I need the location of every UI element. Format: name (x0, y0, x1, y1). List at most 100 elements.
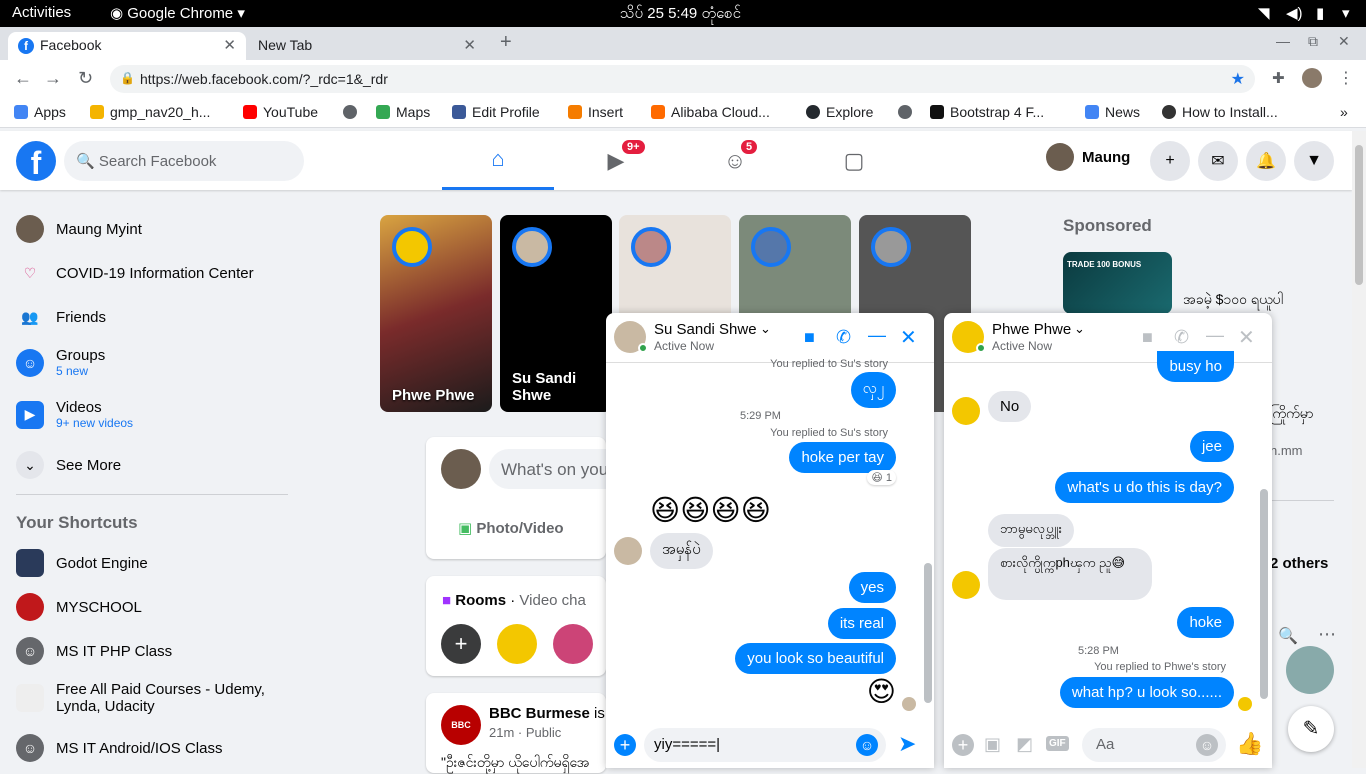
like-icon[interactable]: 👍 (1236, 731, 1263, 757)
messenger-button[interactable]: ✉ (1198, 141, 1238, 181)
message-bubble[interactable]: jee (1189, 431, 1234, 462)
phone-icon[interactable]: ✆ (1174, 327, 1189, 348)
send-icon[interactable]: ➤ (898, 731, 916, 757)
message-bubble[interactable]: yes (848, 572, 896, 603)
more-bookmarks-icon[interactable]: » (1340, 104, 1348, 120)
nav-groups[interactable]: ☺ 5 (679, 131, 791, 190)
ad-image[interactable]: TRADE 100 BONUS (1063, 252, 1172, 314)
bookmark-globe[interactable] (343, 104, 363, 120)
bookmark-alibaba[interactable]: Alibaba Cloud... (651, 104, 770, 120)
message-bubble[interactable]: its real (827, 608, 896, 639)
new-message-button[interactable]: ✎ (1288, 706, 1334, 752)
back-icon[interactable]: ← (14, 68, 32, 89)
composer-input[interactable]: What's on you (489, 449, 606, 489)
bookmark-news[interactable]: News (1085, 104, 1140, 120)
chat-scrollbar[interactable] (924, 563, 932, 703)
room-avatar[interactable] (553, 624, 593, 664)
nav-gaming[interactable]: ▢ (798, 131, 910, 190)
bookmark-maps[interactable]: Maps (376, 104, 430, 120)
message-bubble[interactable]: you look so beautiful (735, 643, 896, 674)
sticker-icon[interactable]: ◩ (1016, 734, 1033, 755)
tab-new-tab[interactable]: New Tab ✕ (248, 32, 486, 60)
message-bubble[interactable]: busy ho (1157, 351, 1234, 382)
reaction-badge[interactable]: 😆 1 (867, 470, 896, 485)
bookmark-gmp[interactable]: gmp_nav20_h... (90, 104, 210, 120)
message-bubble[interactable]: No (988, 391, 1032, 422)
chat-head-avatar[interactable] (1286, 646, 1334, 694)
message-bubble[interactable]: what's u do this is day? (1055, 472, 1234, 503)
photo-icon[interactable]: ▣ (984, 734, 1001, 755)
reload-icon[interactable]: ↻ (78, 68, 93, 89)
close-tab-icon[interactable]: ✕ (223, 36, 236, 54)
message-bubble[interactable]: what hp? u look so...... (1059, 677, 1234, 708)
shortcut-myschool[interactable]: MYSCHOOL (16, 593, 142, 621)
close-chat-icon[interactable]: ✕ (900, 325, 917, 350)
bookmark-star-icon[interactable]: ★ (1231, 69, 1245, 89)
left-nav-groups[interactable]: ☺ Groups 5 new (16, 347, 105, 378)
bookmark-insert[interactable]: Insert (568, 104, 623, 120)
left-nav-covid[interactable]: ♡ COVID-19 Information Center (16, 259, 254, 287)
message-bubble[interactable]: စားလိုက္ပိုက္ကphၾက ညူ😅 (988, 548, 1152, 600)
power-menu-icon[interactable]: ▾ (1342, 4, 1350, 22)
tab-facebook[interactable]: f Facebook ✕ (8, 32, 246, 60)
shortcut-android-class[interactable]: ☺ MS IT Android/IOS Class (16, 734, 222, 762)
bookmark-youtube[interactable]: YouTube (243, 104, 318, 120)
scrollbar-thumb[interactable] (1355, 145, 1363, 285)
chat-scrollbar[interactable] (1260, 489, 1268, 699)
wifi-icon[interactable]: ◥ (1258, 4, 1270, 22)
account-button[interactable]: ▼ (1294, 141, 1334, 181)
volume-icon[interactable]: ◀) (1286, 4, 1303, 22)
emoji-message[interactable]: 😍 (867, 675, 896, 708)
app-menu[interactable]: ◉ Google Chrome ▾ (110, 4, 245, 22)
room-avatar[interactable] (497, 624, 537, 664)
bookmark-globe2[interactable] (898, 104, 918, 120)
message-input[interactable]: yiy=====| (644, 728, 886, 762)
nav-watch[interactable]: ▶ 9+ (560, 131, 672, 190)
emoji-icon[interactable]: ☺ (856, 734, 878, 756)
maximize-window-icon[interactable]: ⧉ (1308, 33, 1318, 50)
message-bubble[interactable]: hoke per tay (789, 442, 896, 473)
post-author[interactable]: BBC Burmese is (489, 705, 605, 722)
photo-video-button[interactable]: ▣ Photo/Video (458, 519, 564, 537)
plus-icon[interactable]: + (614, 734, 636, 756)
close-chat-icon[interactable]: ✕ (1238, 325, 1255, 350)
shortcut-free-courses[interactable]: Free All Paid Courses - Udemy, Lynda, Ud… (16, 681, 286, 715)
gif-icon[interactable]: GIF (1046, 736, 1069, 751)
left-nav-profile[interactable]: Maung Myint (16, 215, 142, 243)
facebook-logo[interactable]: f (16, 141, 56, 181)
profile-avatar[interactable] (1302, 68, 1322, 88)
clock[interactable]: သိပ် 25 5:49 တုံစေင် (620, 4, 741, 26)
message-bubble[interactable]: ဘာမွမလုပ္ဘူး (988, 514, 1074, 547)
chrome-menu-icon[interactable]: ⋮ (1338, 68, 1354, 88)
shortcut-php-class[interactable]: ☺ MS IT PHP Class (16, 637, 172, 665)
video-call-icon[interactable]: ■ (804, 327, 815, 348)
left-nav-videos[interactable]: ▶ Videos 9+ new videos (16, 399, 133, 430)
story-card[interactable]: Su Sandi Shwe (500, 215, 612, 412)
nav-home[interactable]: ⌂ (442, 131, 554, 190)
ad-text[interactable]: အခမဲ့ $၁၀၀ ရယူပါ (1183, 290, 1283, 311)
close-tab-icon[interactable]: ✕ (463, 36, 476, 54)
bookmark-bootstrap[interactable]: Bootstrap 4 F... (930, 104, 1044, 120)
emoji-message[interactable]: 😆😆😆😆 (650, 493, 771, 528)
video-call-icon[interactable]: ■ (1142, 327, 1153, 348)
search-contacts-icon[interactable]: 🔍 (1278, 626, 1298, 646)
left-nav-see-more[interactable]: ⌄ See More (16, 451, 121, 479)
bookmark-how-to-install[interactable]: How to Install... (1162, 104, 1278, 120)
chat-header[interactable]: Su Sandi Shwe ⌄ Active Now ■ ✆ — ✕ (606, 313, 934, 363)
new-tab-icon[interactable]: + (500, 31, 512, 54)
story-card[interactable]: Phwe Phwe (380, 215, 492, 412)
more-options-icon[interactable]: ⋯ (1318, 624, 1336, 645)
minimize-chat-icon[interactable]: — (1206, 325, 1224, 346)
message-bubble[interactable]: hoke (1177, 607, 1234, 638)
search-input[interactable]: 🔍 Search Facebook (64, 141, 304, 181)
bbc-logo[interactable]: BBC (441, 705, 481, 745)
phone-icon[interactable]: ✆ (836, 327, 851, 348)
bookmark-edit-profile[interactable]: Edit Profile (452, 104, 540, 120)
emoji-icon[interactable]: ☺ (1196, 734, 1218, 756)
bookmark-apps[interactable]: Apps (14, 104, 66, 120)
page-scrollbar[interactable] (1352, 131, 1366, 768)
message-bubble[interactable]: အမှန်ပဲ (650, 533, 713, 569)
bookmark-explore[interactable]: Explore (806, 104, 873, 120)
notifications-button[interactable]: 🔔 (1246, 141, 1286, 181)
message-bubble[interactable]: လှ၂ (850, 372, 896, 408)
